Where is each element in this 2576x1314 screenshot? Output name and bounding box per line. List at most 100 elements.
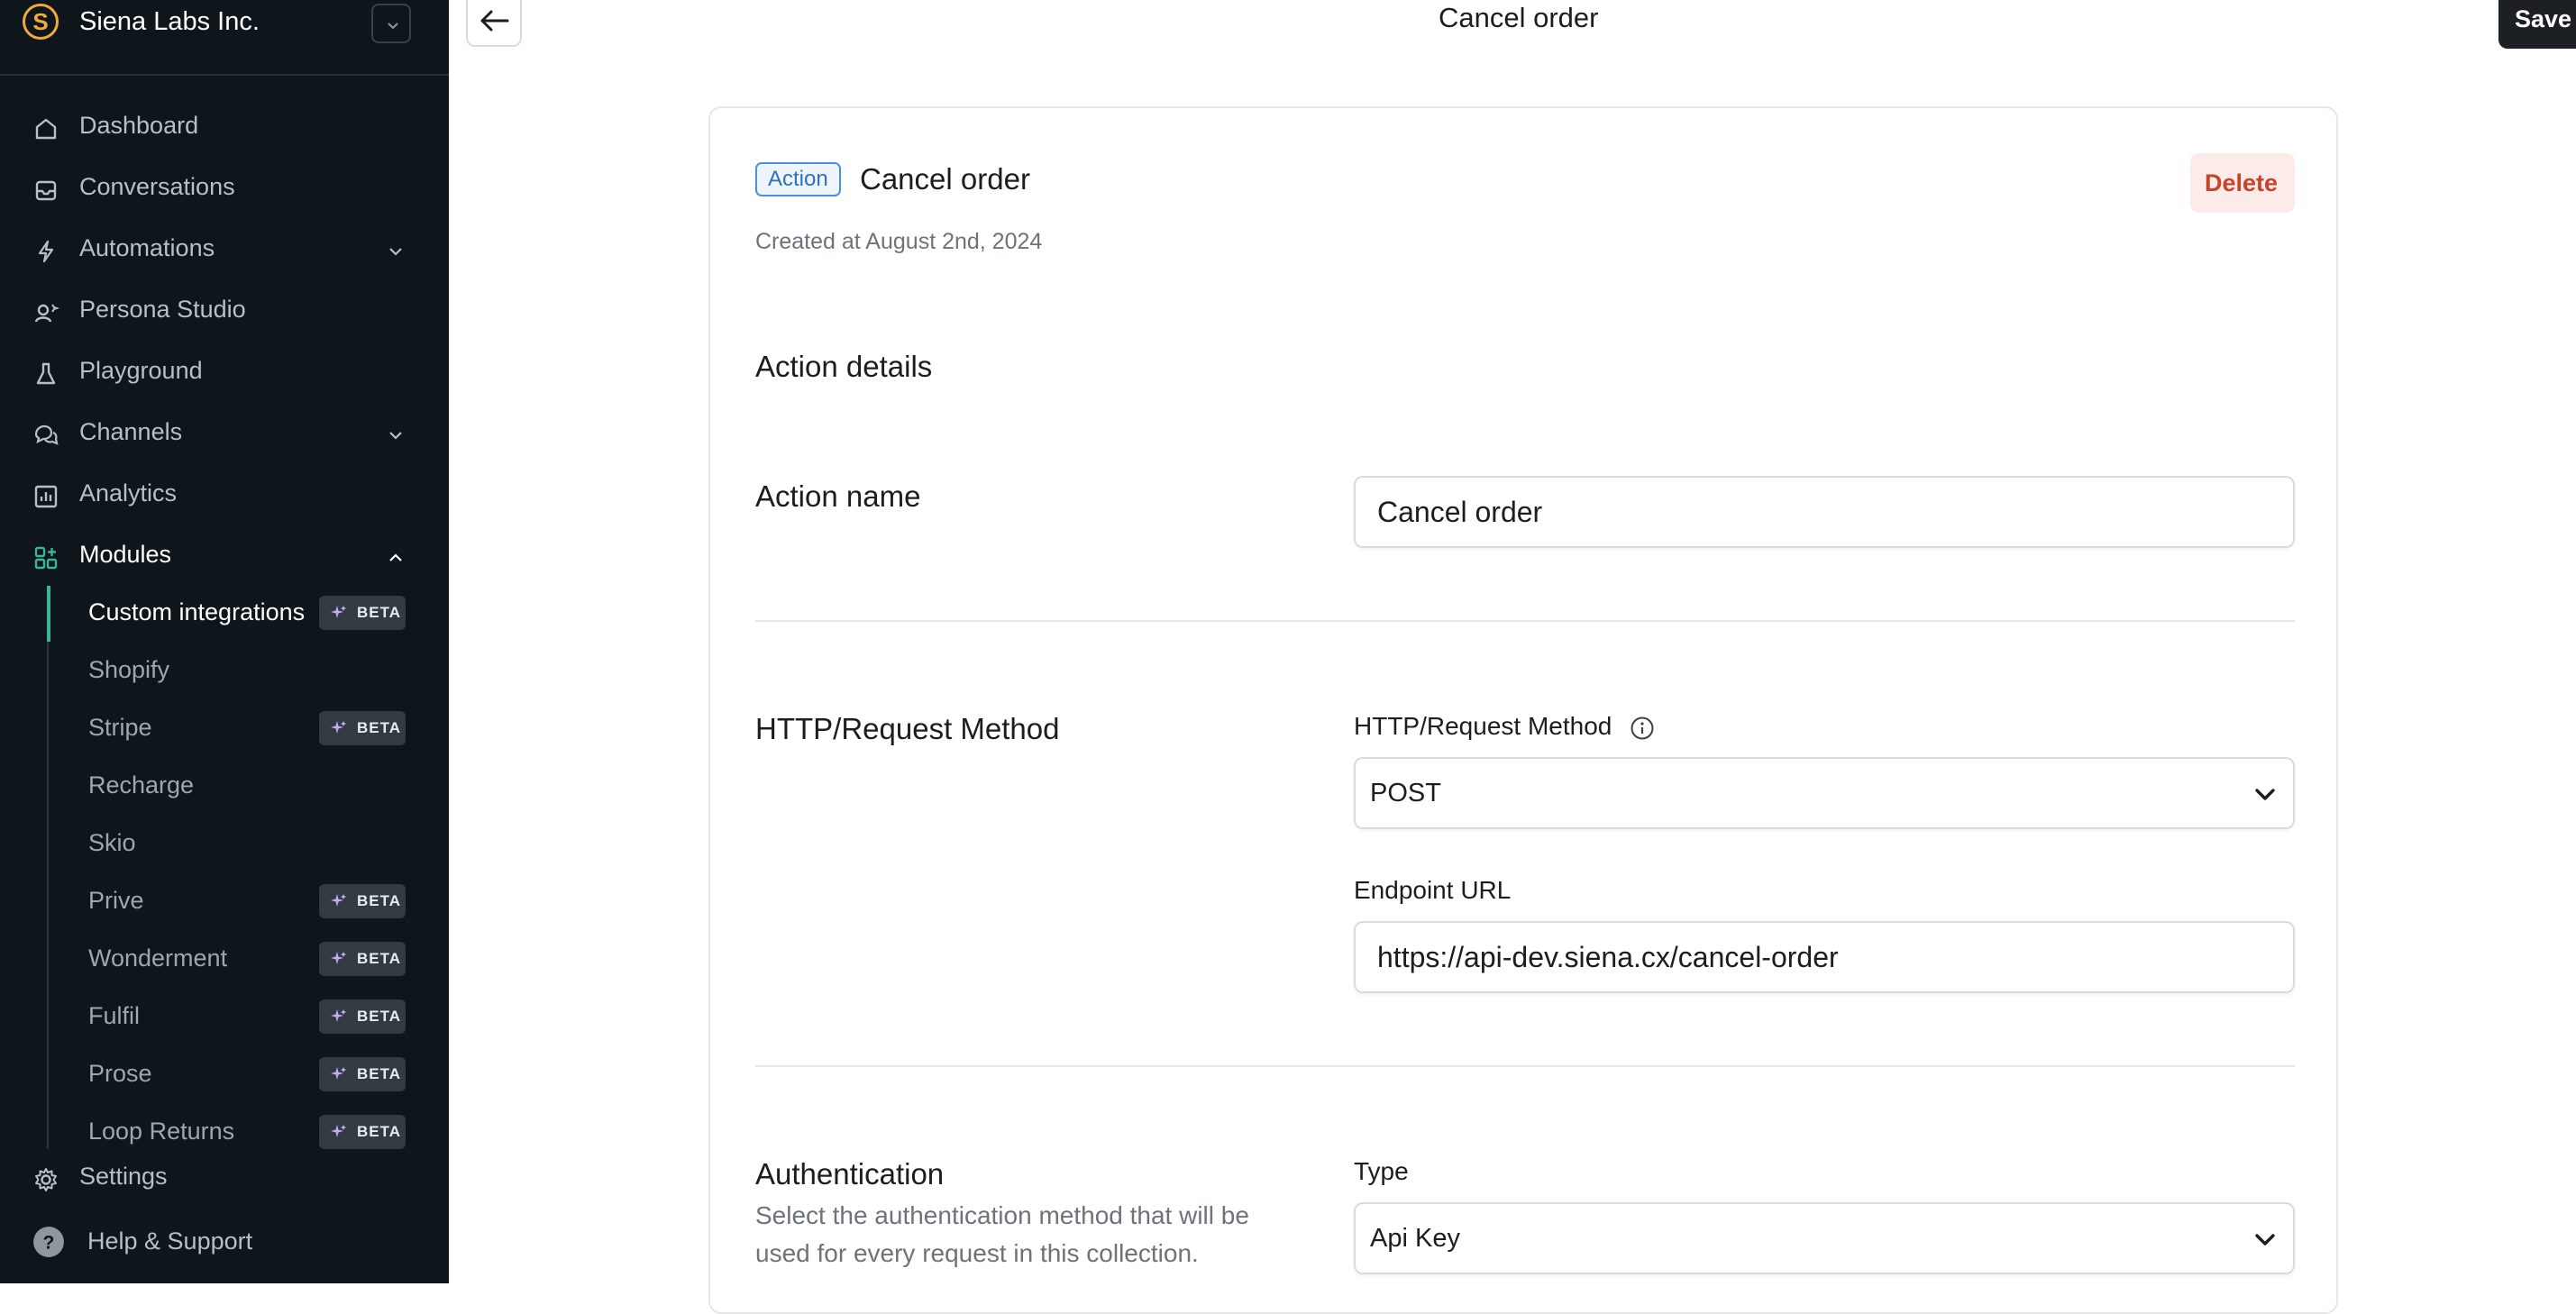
sparkle-icon	[331, 1125, 346, 1137]
http-method-value: POST	[1370, 779, 1441, 808]
nav-label: Analytics	[79, 479, 178, 506]
nav-item-dashboard[interactable]: Dashboard	[0, 99, 449, 153]
nav-label: Playground	[79, 357, 203, 384]
sparkle-icon	[331, 721, 346, 734]
delete-button-label: Delete	[2205, 169, 2279, 196]
nav-label: Dashboard	[79, 112, 199, 139]
beta-badge: BETA	[319, 999, 406, 1034]
nav-item-modules[interactable]: Modules	[0, 528, 449, 582]
sparkle-icon	[331, 894, 346, 907]
lightning-icon	[38, 240, 54, 263]
flask-icon	[36, 362, 56, 385]
action-name-value: Cancel order	[1377, 496, 1543, 528]
module-item-wonderment[interactable]: Wonderment BETA	[50, 932, 449, 986]
delete-button[interactable]: Delete	[2190, 153, 2295, 213]
nav-item-analytics[interactable]: Analytics	[0, 467, 449, 521]
module-item-prive[interactable]: Prive BETA	[50, 874, 449, 928]
action-title: Cancel order	[860, 162, 1030, 196]
endpoint-url-label: Endpoint URL	[1354, 876, 1512, 904]
module-label: Prose	[88, 1060, 152, 1087]
created-date: Created at August 2nd, 2024	[755, 229, 1043, 254]
nav-label: Conversations	[79, 173, 235, 200]
beta-badge: BETA	[319, 1057, 406, 1091]
module-item-custom-integrations[interactable]: Custom integrations BETA	[50, 586, 449, 640]
chevron-down-icon	[389, 248, 402, 256]
http-method-select[interactable]: POST	[1354, 757, 2295, 829]
nav-label: Help & Support	[87, 1227, 253, 1255]
auth-type-value: Api Key	[1370, 1224, 1460, 1253]
beta-badge: BETA	[319, 884, 406, 918]
nav-item-channels[interactable]: Channels	[0, 406, 449, 460]
module-item-skio[interactable]: Skio	[50, 817, 449, 871]
module-label: Fulfil	[88, 1002, 141, 1029]
divider	[755, 620, 2295, 622]
divider	[755, 1065, 2295, 1067]
org-dropdown-button[interactable]	[371, 4, 411, 43]
module-label: Shopify	[88, 656, 170, 683]
module-item-prose[interactable]: Prose BETA	[50, 1047, 449, 1101]
module-item-stripe[interactable]: Stripe BETA	[50, 701, 449, 755]
nav-label: Modules	[79, 541, 172, 568]
beta-badge: BETA	[319, 942, 406, 976]
nav-label: Settings	[79, 1163, 168, 1190]
chevron-down-icon	[2255, 1234, 2275, 1246]
arrow-left-icon	[480, 10, 509, 32]
inbox-icon	[35, 180, 57, 201]
auth-type-select[interactable]: Api Key	[1354, 1202, 2295, 1274]
sidebar: S Siena Labs Inc. Dashboard Conversation…	[0, 0, 449, 1283]
module-item-fulfil[interactable]: Fulfil BETA	[50, 990, 449, 1044]
chevron-up-icon	[389, 553, 402, 561]
nav-label: Persona Studio	[79, 296, 246, 323]
page-title: Cancel order	[1439, 2, 1599, 33]
beta-badge: BETA	[319, 711, 406, 745]
info-icon[interactable]	[1630, 716, 1655, 741]
chevron-down-icon	[388, 23, 398, 30]
action-name-label: Action name	[755, 479, 921, 513]
svg-text:?: ?	[43, 1232, 55, 1253]
back-button[interactable]	[466, 0, 522, 47]
beta-badge: BETA	[319, 596, 406, 630]
chat-bubbles-icon	[34, 424, 59, 445]
nav-item-automations[interactable]: Automations	[0, 222, 449, 276]
org-name[interactable]: Siena Labs Inc.	[79, 7, 260, 37]
module-item-recharge[interactable]: Recharge	[50, 759, 449, 813]
modules-grid-icon	[34, 546, 58, 570]
authentication-description: Select the authentication method that wi…	[755, 1201, 1249, 1267]
module-label: Stripe	[88, 714, 152, 741]
http-section-label: HTTP/Request Method	[755, 712, 1060, 745]
nav-label: Automations	[79, 234, 215, 261]
sparkle-icon	[331, 1009, 346, 1022]
sparkle-icon	[331, 606, 346, 618]
chevron-down-icon	[2255, 789, 2275, 800]
nav-item-persona-studio[interactable]: Persona Studio	[0, 283, 449, 337]
help-icon: ?	[33, 1227, 64, 1257]
endpoint-url-input[interactable]: https://api-dev.siena.cx/cancel-order	[1354, 921, 2295, 993]
module-label: Recharge	[88, 771, 195, 798]
module-label: Skio	[88, 829, 136, 856]
save-button-label: Save	[2515, 5, 2572, 32]
submenu-guide-line	[47, 586, 49, 1149]
action-name-input[interactable]: Cancel order	[1354, 476, 2295, 548]
authentication-heading: Authentication	[755, 1157, 945, 1191]
nav-item-playground[interactable]: Playground	[0, 344, 449, 398]
nav-item-help-support[interactable]: ? Help & Support	[0, 1215, 449, 1269]
action-type-tag: Action	[755, 162, 841, 196]
module-label: Custom integrations	[88, 598, 306, 625]
gear-icon	[35, 1168, 57, 1191]
action-details-heading: Action details	[755, 350, 933, 383]
beta-badge: BETA	[319, 1115, 406, 1149]
sparkle-icon	[331, 952, 346, 964]
module-label: Wonderment	[88, 944, 228, 972]
nav-label: Channels	[79, 418, 183, 445]
module-label: Loop Returns	[88, 1118, 235, 1145]
org-switcher[interactable]: S Siena Labs Inc.	[0, 0, 449, 76]
endpoint-url-value: https://api-dev.siena.cx/cancel-order	[1377, 941, 1839, 973]
auth-type-label: Type	[1354, 1157, 1409, 1185]
save-button[interactable]: Save	[2498, 0, 2576, 49]
http-method-field-label: HTTP/Request Method	[1354, 712, 1612, 740]
persona-icon	[34, 304, 59, 323]
module-item-shopify[interactable]: Shopify	[50, 643, 449, 698]
sparkle-icon	[331, 1067, 346, 1080]
nav-item-conversations[interactable]: Conversations	[0, 160, 449, 214]
nav-item-settings[interactable]: Settings	[0, 1150, 449, 1204]
